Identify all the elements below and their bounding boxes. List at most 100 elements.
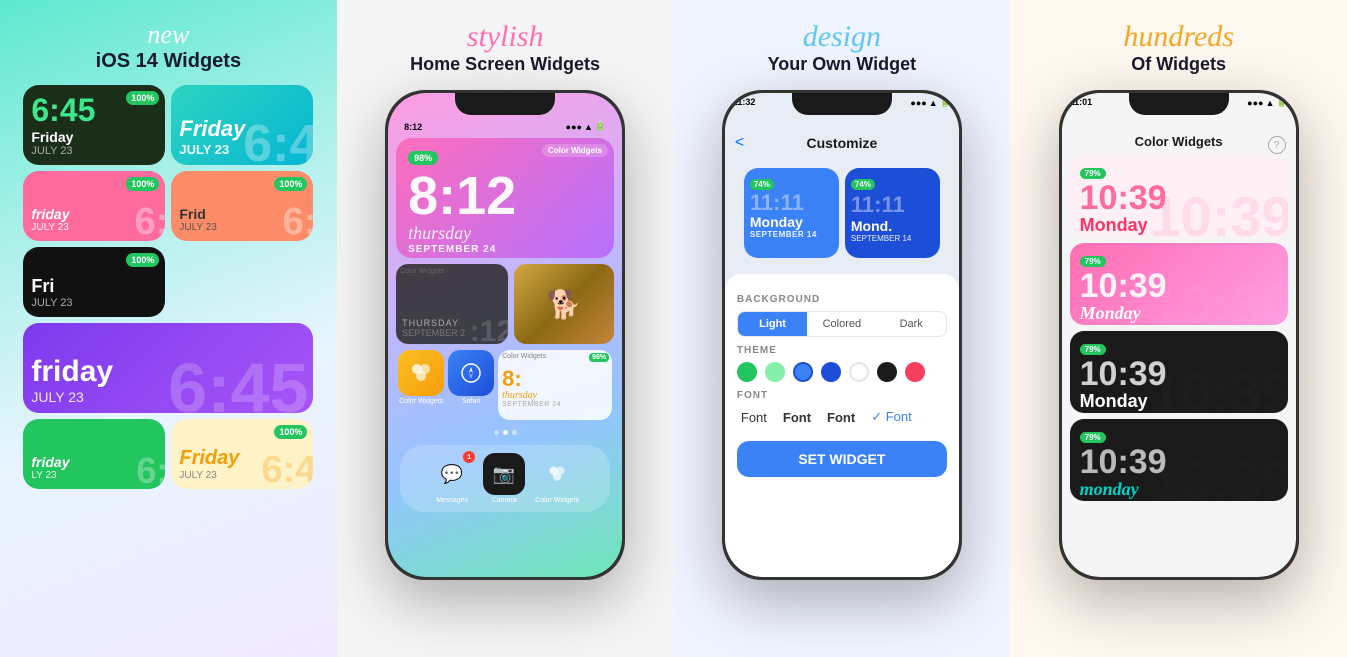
dock-messages[interactable]: 💬 1	[431, 453, 473, 495]
panel-design: design Your Own Widget 11:32 ●●●▲🔋 < Cus…	[674, 0, 1011, 657]
bg-option-light[interactable]: Light	[738, 312, 807, 336]
app-icon-safari[interactable]	[448, 350, 494, 396]
time-overlay: 10:39	[1149, 277, 1287, 325]
time-overlay: 10:39	[1149, 453, 1287, 501]
panel4-script-title: hundreds	[1123, 20, 1234, 54]
time-overlay: 10:39	[1149, 365, 1287, 413]
widget-preview-area: 74% 11:11 Monday SEPTEMBER 14 74% 11:11 …	[725, 160, 959, 266]
time-overlay: :12	[470, 315, 508, 344]
theme-dot-white[interactable]	[849, 362, 869, 382]
widget-badge: 98%	[408, 151, 438, 165]
phone-screen-4: 11:01 ●●●▲🔋 Color Widgets ? 79% 10:39	[1062, 93, 1296, 577]
widget-time-overlay: 6:45	[168, 353, 308, 413]
screen-title: Color Widgets	[1072, 134, 1286, 149]
bg-option-dark[interactable]: Dark	[877, 312, 946, 336]
preview-widget-dark-blue[interactable]: 74% 11:11 Mond. SEPTEMBER 14	[845, 168, 940, 258]
widget-day: thursday	[502, 390, 608, 401]
widget-hotpink[interactable]: 79% 10:39 Monday SEPTEMBER 14 10:39	[1070, 243, 1288, 325]
dock-camera[interactable]: 📷	[483, 453, 525, 495]
top-widget: Color Widgets 98% 8:12 thursday SEPTEMBE…	[396, 138, 614, 258]
font-option-4-selected[interactable]: ✓ Font	[867, 407, 916, 427]
widget-badge: 100%	[274, 425, 307, 439]
widget-pink[interactable]: 79% 10:39 Monday SEPTEMBER 14 10:39	[1070, 155, 1288, 237]
theme-dot-blue[interactable]	[793, 362, 813, 382]
font-section-label: FONT	[737, 390, 947, 401]
widget-badge: 79%	[1080, 344, 1106, 355]
font-option-3[interactable]: Font	[823, 408, 859, 427]
widget-time-overlay: 6:	[136, 450, 165, 489]
widget-pink: 100% 6: friday JULY 23	[23, 171, 165, 241]
widget-badge: 79%	[1080, 432, 1106, 443]
widget-time-overlay: 6:4	[261, 449, 313, 489]
dock-label: Messages	[436, 497, 468, 504]
status-bar: 8:12 ●●● ▲ 🔋	[396, 121, 614, 132]
widget-date: JULY 23	[31, 297, 157, 309]
homescreen: 8:12 ●●● ▲ 🔋 Color Widgets 98% 8:12 thur…	[388, 93, 622, 577]
panel1-script-title: new	[96, 20, 241, 50]
panel2-script-title: stylish	[410, 20, 600, 54]
widget-day: Friday	[31, 129, 157, 145]
page-dots	[396, 430, 614, 435]
dock-item[interactable]: 💬 1 Messages	[431, 453, 473, 504]
widget-dark[interactable]: 79% 10:39 Monday SEPTEMBER 14 10:39	[1070, 331, 1288, 413]
theme-dot-light-green[interactable]	[765, 362, 785, 382]
back-button[interactable]: <	[735, 134, 744, 152]
widget-dark-green: 100% 6:45 Friday JULY 23	[23, 85, 165, 165]
panel3-sub-title: Your Own Widget	[768, 54, 917, 75]
dock-item[interactable]: Color Widgets	[535, 453, 579, 504]
bg-option-colored[interactable]: Colored	[807, 312, 876, 336]
widget-badge: 100%	[126, 91, 159, 105]
widget-time: 11:11	[750, 192, 833, 214]
widgets-list: 79% 10:39 Monday SEPTEMBER 14 10:39 79% …	[1062, 155, 1296, 501]
font-option-2[interactable]: Font	[779, 408, 815, 427]
phone-notch	[792, 93, 892, 115]
widget-big-time: 8:12	[408, 169, 602, 223]
widget-time-overlay: 6:	[135, 201, 166, 241]
app-screenshots: new iOS 14 Widgets 100% 6:45 Friday JULY…	[0, 0, 1347, 657]
app-item[interactable]: Safari	[448, 350, 494, 420]
theme-dot-red[interactable]	[905, 362, 925, 382]
help-button[interactable]: ?	[1268, 136, 1286, 154]
widget-purple: 6:45 friday JULY 23	[23, 323, 313, 413]
widget-badge: 100%	[274, 177, 307, 191]
panel4-sub-title: Of Widgets	[1123, 54, 1234, 75]
app-label: Safari	[462, 398, 480, 405]
dock-item[interactable]: 📷 Camera	[483, 453, 525, 504]
time-overlay: 10:39	[1149, 189, 1287, 237]
widget-badge: 100%	[126, 177, 159, 191]
widget-day: Mond.	[851, 218, 934, 234]
app-item[interactable]: Color Widgets	[398, 350, 444, 420]
widget-date: SEPTEMBER 14	[750, 230, 833, 239]
screen-header: Color Widgets ?	[1062, 108, 1296, 155]
widget-time-overlay: 6:	[283, 201, 314, 241]
bg-section-label: BACKGROUND	[737, 294, 947, 305]
widget-badge: 79%	[1080, 256, 1106, 267]
phone-mockup-4: 11:01 ●●●▲🔋 Color Widgets ? 79% 10:39	[1059, 90, 1299, 580]
widget-time: 8:	[502, 368, 608, 390]
widget-date: SEPTEMBER 24	[502, 401, 608, 408]
app-icon-color-widgets[interactable]	[398, 350, 444, 396]
dock-color-widgets[interactable]	[536, 453, 578, 495]
widget-day: Monday	[750, 214, 833, 230]
dog-photo: 🐕	[514, 264, 614, 344]
panel-stylish: stylish Home Screen Widgets 8:12 ●●● ▲ 🔋	[337, 0, 674, 657]
font-option-1[interactable]: Font	[737, 408, 771, 427]
theme-dot-green[interactable]	[737, 362, 757, 382]
widget-badge: 74%	[851, 179, 875, 190]
theme-dot-dark-blue[interactable]	[821, 362, 841, 382]
preview-widget-blue[interactable]: 74% 11:11 Monday SEPTEMBER 14	[744, 168, 839, 258]
theme-dot-black[interactable]	[877, 362, 897, 382]
panel3-header: design Your Own Widget	[768, 20, 917, 75]
widget-day: Fri	[31, 276, 157, 297]
font-options-group: Font Font Font ✓ Font	[737, 407, 947, 427]
set-widget-button[interactable]: SET WIDGET	[737, 441, 947, 477]
dark-widget: Color Widgets :12 THURSDAY SEPTEMBER 2	[396, 264, 508, 344]
widget-beige: 100% 6:4 Friday JULY 23	[171, 419, 313, 489]
widget-teal[interactable]: 79% 10:39 monday SEPTEMBER 14 10:39	[1070, 419, 1288, 501]
status-time: 11:32	[733, 97, 756, 108]
page-dot	[512, 430, 517, 435]
app-label: Color Widgets	[399, 398, 443, 405]
phone-screen-3: 11:32 ●●●▲🔋 < Customize 74% 11:11	[725, 93, 959, 577]
status-time: 11:01	[1070, 97, 1093, 108]
widget-teal: 6:4 Friday JULY 23	[171, 85, 313, 165]
